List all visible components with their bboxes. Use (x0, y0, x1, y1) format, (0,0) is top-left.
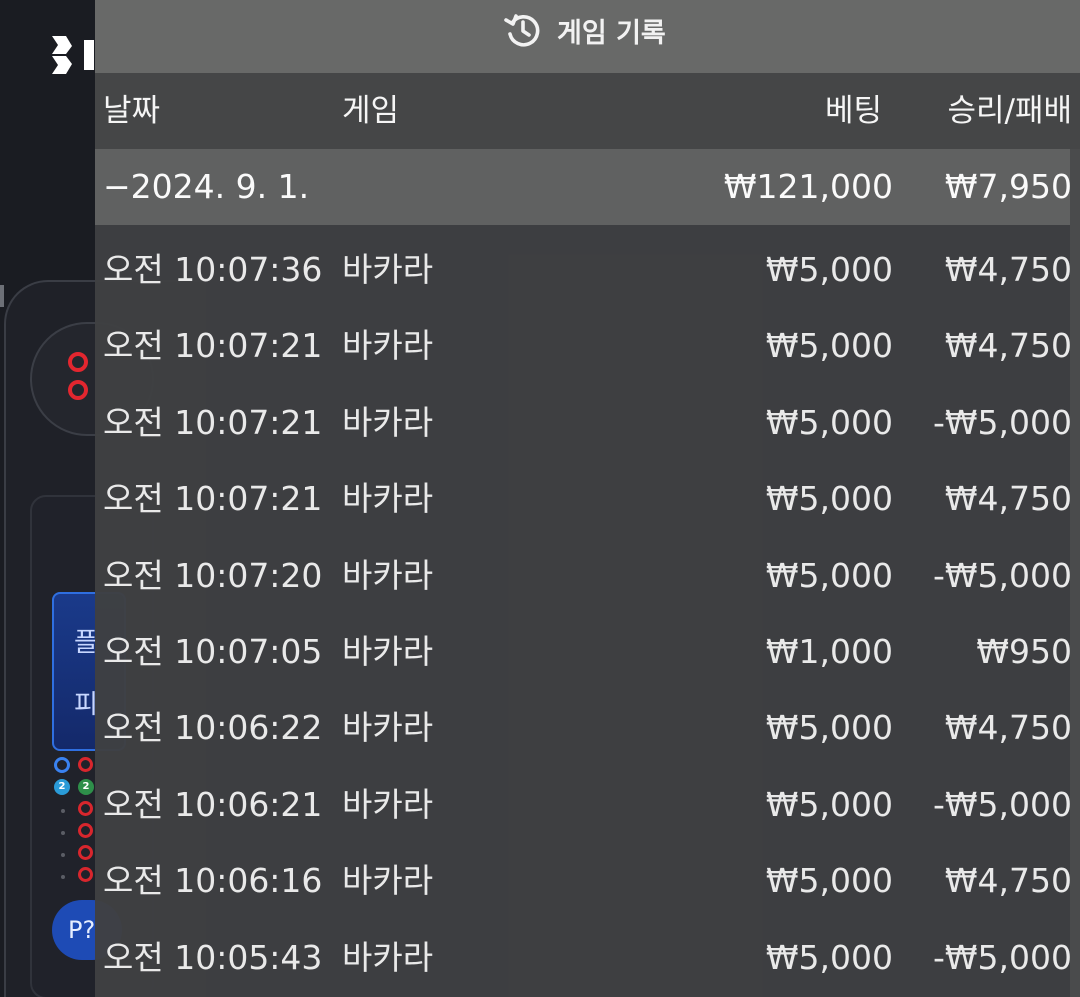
group-date: −2024. 9. 1. (103, 167, 310, 206)
road-dot (61, 875, 65, 879)
group-bet-total: ₩121,000 (723, 167, 893, 206)
column-header-result: 승리/패배 (947, 93, 1072, 129)
history-row[interactable]: 오전 10:06:16 바카라 ₩5,000 ₩4,750 (95, 836, 1080, 912)
history-row[interactable]: 오전 10:05:43 바카라 ₩5,000 -₩5,000 (95, 913, 1080, 989)
red-ring-icon (78, 801, 93, 816)
red-ring-icon (78, 757, 93, 772)
game-history-panel: 게임 기록 날짜 게임 베팅 승리/패배 −2024. 9. 1. ₩121,0… (95, 0, 1080, 997)
road-dot (61, 831, 65, 835)
road-dot (61, 853, 65, 857)
red-ring-icon (68, 380, 88, 400)
date-group-row[interactable]: −2024. 9. 1. ₩121,000 ₩7,950 (95, 149, 1080, 225)
panel-title-text: 게임 기록 (557, 17, 666, 49)
panel-title: 게임 기록 (503, 10, 666, 50)
history-row[interactable]: 오전 10:07:36 바카라 ₩5,000 ₩4,750 (95, 225, 1080, 301)
history-row[interactable]: 오전 10:07:20 바카라 ₩5,000 -₩5,000 (95, 531, 1080, 607)
history-icon (504, 14, 540, 47)
red-ring-icon (78, 845, 93, 860)
scrollbar[interactable] (1070, 149, 1080, 997)
red-ring-icon (78, 823, 93, 838)
history-row[interactable]: 오전 10:06:21 바카라 ₩5,000 -₩5,000 (95, 760, 1080, 836)
count-badge: 2 (78, 779, 94, 795)
road-dot (61, 809, 65, 813)
history-row[interactable]: 오전 10:07:05 바카라 ₩1,000 ₩950 (95, 607, 1080, 683)
red-ring-icon (68, 352, 88, 372)
column-header-game: 게임 (342, 93, 400, 129)
panel-title-bar: 게임 기록 (95, 0, 1080, 73)
row-time: 오전 10:05:43 (103, 937, 323, 977)
column-header-bet: 베팅 (824, 93, 882, 129)
count-badge: 2 (54, 779, 70, 795)
history-list: 오전 10:07:36 바카라 ₩5,000 ₩4,750 오전 10:07:21 바카라… (95, 225, 1080, 989)
group-result-total: ₩7,950 (944, 167, 1072, 206)
screen: 플 피 2 2 P? 게임 기록 날짜 게임 베팅 승리/패배 −2024. 9… (0, 0, 1080, 997)
row-result: -₩5,000 (932, 937, 1072, 977)
blue-ring-icon (54, 757, 70, 773)
history-row[interactable]: 오전 10:07:21 바카라 ₩5,000 -₩5,000 (95, 378, 1080, 454)
edge-marker (0, 285, 4, 307)
history-row[interactable]: 오전 10:07:21 바카라 ₩5,000 ₩4,750 (95, 301, 1080, 377)
history-row[interactable]: 오전 10:07:21 바카라 ₩5,000 ₩4,750 (95, 454, 1080, 530)
red-ring-icon (78, 867, 93, 882)
row-bet: ₩5,000 (765, 937, 893, 977)
history-row[interactable]: 오전 10:06:22 바카라 ₩5,000 ₩4,750 (95, 683, 1080, 759)
column-header-date: 날짜 (103, 93, 161, 129)
table-header: 날짜 게임 베팅 승리/패배 (95, 73, 1080, 149)
row-game: 바카라 (342, 937, 434, 977)
